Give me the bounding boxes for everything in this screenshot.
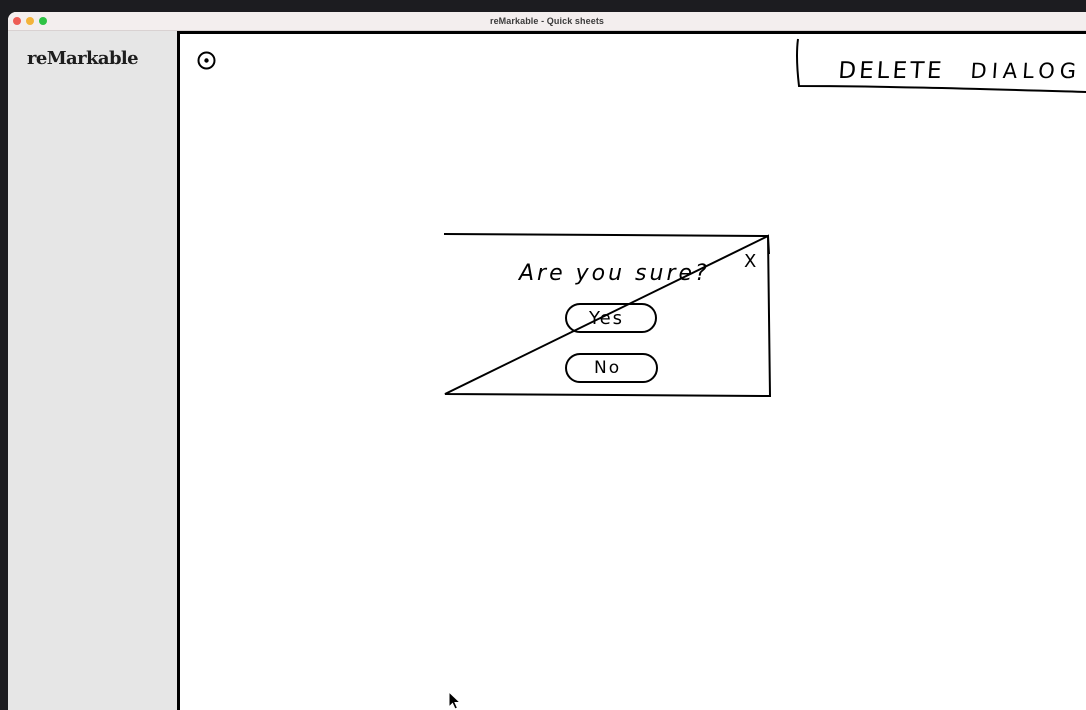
desktop-left-edge — [0, 0, 8, 710]
no-button[interactable] — [566, 354, 657, 382]
dialog-question: Are you sure? — [517, 261, 710, 286]
yes-button[interactable] — [566, 304, 656, 332]
sidebar: reMarkable — [8, 31, 177, 710]
window-title: reMarkable - Quick sheets — [489, 16, 605, 26]
drawing-canvas[interactable]: DELETE DIALOG X Are you sure? Yes No — [180, 34, 1086, 710]
title-bar: reMarkable - Quick sheets — [8, 12, 1086, 31]
heading-text: DELETE DIALOG — [838, 58, 1082, 84]
app-window: reMarkable - Quick sheets reMarkable DEL… — [8, 12, 1086, 710]
desktop-top-edge — [0, 0, 1086, 12]
mouse-pointer-icon — [448, 691, 462, 710]
heading-word-1: DELETE — [838, 58, 946, 84]
dialog-close-button[interactable] — [740, 249, 760, 269]
brand-logo: reMarkable — [27, 48, 139, 69]
heading-word-2: DIALOG — [970, 58, 1082, 83]
